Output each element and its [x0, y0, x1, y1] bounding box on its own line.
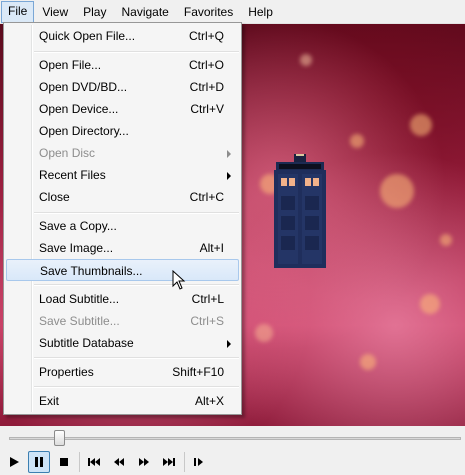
menu-item-shortcut: Alt+I — [199, 241, 224, 255]
menu-item-properties[interactable]: Properties Shift+F10 — [6, 361, 239, 383]
menu-bar: File View Play Navigate Favorites Help — [0, 0, 465, 24]
menu-item-label: Save Image... — [39, 241, 114, 255]
menu-item-open-dvd-bd[interactable]: Open DVD/BD... Ctrl+D — [6, 76, 239, 98]
stop-icon — [60, 457, 68, 466]
police-box-image — [274, 154, 326, 268]
menu-item-recent-files[interactable]: Recent Files — [6, 164, 239, 186]
seek-track[interactable] — [9, 437, 461, 440]
menu-item-label: Open Disc — [39, 146, 96, 160]
menu-item-label: Load Subtitle... — [39, 292, 120, 306]
menu-item-shortcut: Alt+X — [194, 394, 224, 408]
menu-item-label: Subtitle Database — [39, 336, 134, 350]
menu-item-load-subtitle[interactable]: Load Subtitle... Ctrl+L — [6, 288, 239, 310]
frame-forward-button[interactable] — [133, 451, 155, 473]
seek-bar-area — [0, 426, 465, 448]
mouse-cursor-icon — [172, 270, 186, 290]
pause-icon — [35, 456, 43, 467]
submenu-arrow-icon — [227, 150, 231, 158]
menu-item-label: Exit — [39, 394, 60, 408]
seek-slider-handle[interactable] — [53, 430, 65, 446]
menu-item-open-device[interactable]: Open Device... Ctrl+V — [6, 98, 239, 120]
menu-item-quick-open-file[interactable]: Quick Open File... Ctrl+Q — [6, 25, 239, 47]
menu-item-save-a-copy[interactable]: Save a Copy... — [6, 215, 239, 237]
menu-separator — [34, 212, 239, 214]
menu-item-label: Open DVD/BD... — [39, 80, 128, 94]
submenu-arrow-icon — [227, 340, 231, 348]
menu-item-shortcut: Ctrl+D — [189, 80, 224, 94]
skip-forward-icon — [163, 457, 175, 466]
menu-item-label: Save Thumbnails... — [40, 264, 143, 278]
menu-favorites[interactable]: Favorites — [177, 2, 240, 22]
skip-forward-button[interactable] — [158, 451, 180, 473]
menu-item-shortcut: Ctrl+Q — [188, 29, 224, 43]
menu-item-shortcut: Ctrl+C — [189, 190, 224, 204]
menu-separator — [34, 386, 239, 388]
frame-forward-icon — [139, 457, 149, 466]
skip-back-button[interactable] — [83, 451, 105, 473]
menu-item-save-image[interactable]: Save Image... Alt+I — [6, 237, 239, 259]
menu-item-exit[interactable]: Exit Alt+X — [6, 390, 239, 412]
menu-item-shortcut: Ctrl+S — [190, 314, 224, 328]
menu-item-label: Close — [39, 190, 70, 204]
frame-back-button[interactable] — [108, 451, 130, 473]
menu-item-close[interactable]: Close Ctrl+C — [6, 186, 239, 208]
menu-view[interactable]: View — [35, 2, 75, 22]
menu-item-label: Quick Open File... — [39, 29, 136, 43]
media-player-window: File View Play Navigate Favorites Help Q… — [0, 0, 465, 475]
frame-step-icon — [194, 457, 203, 466]
menu-item-open-directory[interactable]: Open Directory... — [6, 120, 239, 142]
menu-help[interactable]: Help — [241, 2, 280, 22]
menu-item-label: Save Subtitle... — [39, 314, 120, 328]
menu-item-open-disc[interactable]: Open Disc — [6, 142, 239, 164]
menu-file[interactable]: File — [1, 0, 35, 23]
toolbar-separator — [184, 451, 185, 472]
menu-item-shortcut: Ctrl+O — [188, 58, 224, 72]
menu-navigate[interactable]: Navigate — [114, 2, 175, 22]
menu-item-label: Open File... — [39, 58, 102, 72]
menu-item-save-subtitle[interactable]: Save Subtitle... Ctrl+S — [6, 310, 239, 332]
menu-item-label: Recent Files — [39, 168, 106, 182]
menu-item-label: Open Directory... — [39, 124, 129, 138]
pause-button[interactable] — [28, 450, 50, 473]
menu-separator — [34, 51, 239, 53]
menu-item-label: Properties — [39, 365, 94, 379]
toolbar-separator — [79, 451, 80, 472]
menu-item-open-file[interactable]: Open File... Ctrl+O — [6, 54, 239, 76]
frame-step-button[interactable] — [188, 451, 210, 473]
menu-item-shortcut: Ctrl+L — [191, 292, 224, 306]
stop-button[interactable] — [53, 451, 75, 473]
menu-item-shortcut: Ctrl+V — [190, 102, 224, 116]
play-button[interactable] — [3, 451, 25, 473]
playback-toolbar — [0, 448, 465, 475]
submenu-arrow-icon — [227, 172, 231, 180]
file-menu-dropdown: Quick Open File... Ctrl+Q Open File... C… — [3, 22, 242, 415]
menu-item-label: Save a Copy... — [39, 219, 117, 233]
menu-item-label: Open Device... — [39, 102, 119, 116]
menu-item-shortcut: Shift+F10 — [172, 365, 224, 379]
menu-separator — [34, 357, 239, 359]
menu-separator — [34, 284, 239, 286]
play-icon — [10, 456, 19, 467]
frame-back-icon — [114, 457, 124, 466]
menu-play[interactable]: Play — [76, 2, 113, 22]
menu-item-save-thumbnails[interactable]: Save Thumbnails... — [6, 259, 239, 281]
menu-item-subtitle-database[interactable]: Subtitle Database — [6, 332, 239, 354]
skip-back-icon — [88, 457, 100, 466]
